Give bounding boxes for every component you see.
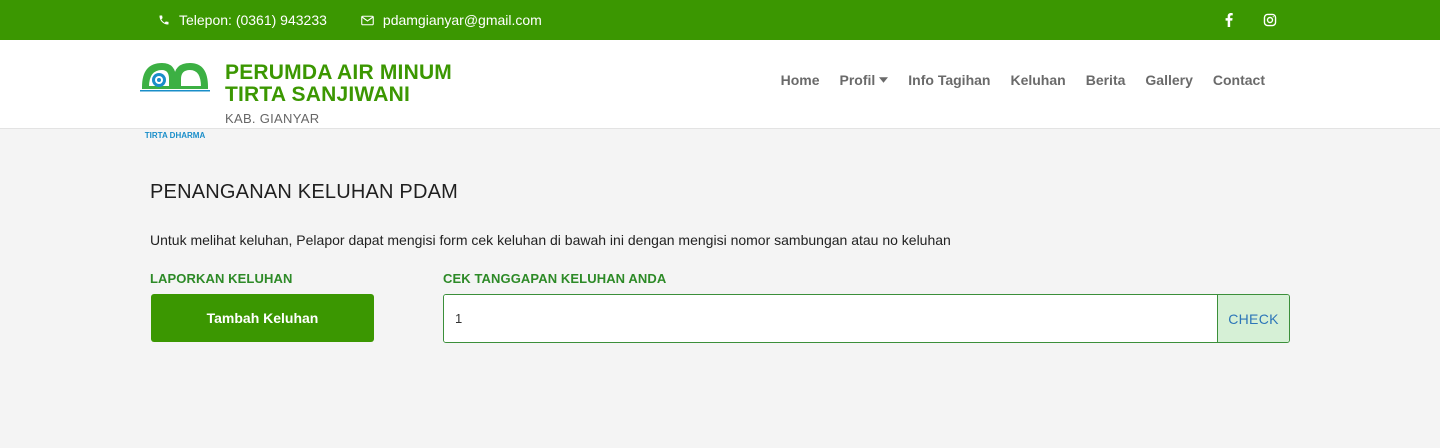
check-button[interactable]: CHECK <box>1217 295 1289 342</box>
nav-profil-label: Profil <box>839 72 876 88</box>
main-navigation: Home Profil Info Tagihan Keluhan Berita … <box>781 40 1265 120</box>
instagram-icon[interactable] <box>1263 13 1277 27</box>
envelope-icon <box>361 15 374 26</box>
add-complaint-button[interactable]: Tambah Keluhan <box>151 294 374 342</box>
main-content: PENANGANAN KELUHAN PDAM Untuk melihat ke… <box>0 129 1440 448</box>
intro-text: Untuk melihat keluhan, Pelapor dapat men… <box>150 232 951 248</box>
nav-profil[interactable]: Profil <box>840 72 889 88</box>
page-title: PENANGANAN KELUHAN PDAM <box>150 181 458 203</box>
brand-subtitle: KAB. GIANYAR <box>225 111 320 126</box>
email-contact: pdamgianyar@gmail.com <box>361 12 542 28</box>
phone-contact: Telepon: (0361) 943233 <box>158 12 327 28</box>
complaint-number-input[interactable] <box>444 295 1217 342</box>
brand-name[interactable]: PERUMDA AIR MINUM TIRTA SANJIWANI <box>225 62 525 106</box>
nav-berita[interactable]: Berita <box>1086 72 1126 88</box>
nav-gallery[interactable]: Gallery <box>1145 72 1192 88</box>
email-text[interactable]: pdamgianyar@gmail.com <box>383 12 542 28</box>
brand-line-1: PERUMDA AIR MINUM <box>225 61 452 84</box>
top-contact-bar: Telepon: (0361) 943233 pdamgianyar@gmail… <box>0 0 1440 40</box>
check-section-label: CEK TANGGAPAN KELUHAN ANDA <box>443 271 667 286</box>
nav-keluhan[interactable]: Keluhan <box>1010 72 1065 88</box>
caret-down-icon <box>879 77 889 83</box>
phone-text: Telepon: (0361) 943233 <box>179 12 327 28</box>
facebook-icon[interactable] <box>1225 13 1233 27</box>
nav-info-tagihan[interactable]: Info Tagihan <box>908 72 990 88</box>
nav-home[interactable]: Home <box>781 72 820 88</box>
phone-icon <box>158 14 170 26</box>
report-section-label: LAPORKAN KELUHAN <box>150 271 293 286</box>
social-links <box>1225 0 1277 40</box>
tirta-dharma-logo-icon <box>140 63 210 92</box>
nav-contact[interactable]: Contact <box>1213 72 1265 88</box>
contact-info: Telepon: (0361) 943233 pdamgianyar@gmail… <box>158 0 542 40</box>
check-complaint-form: CHECK <box>443 294 1290 343</box>
site-header: TIRTA DHARMA PERUMDA AIR MINUM TIRTA SAN… <box>0 40 1440 140</box>
brand-line-2: TIRTA SANJIWANI <box>225 83 410 106</box>
